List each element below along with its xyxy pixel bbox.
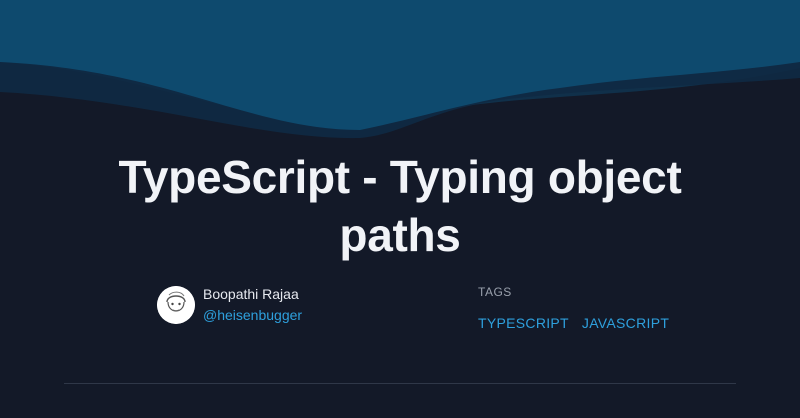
page-title: TypeScript - Typing object paths <box>118 151 682 261</box>
tags-label: TAGS <box>478 285 512 299</box>
tags-list: TYPESCRIPT JAVASCRIPT <box>478 314 682 332</box>
cartoon-face-avatar-icon <box>157 286 195 324</box>
wave-header-background <box>0 0 800 160</box>
tags-section: TAGS TYPESCRIPT JAVASCRIPT <box>478 284 682 332</box>
tag-link-typescript[interactable]: TYPESCRIPT <box>478 314 569 332</box>
author-block: Boopathi Rajaa @heisenbugger <box>157 285 302 325</box>
avatar[interactable] <box>157 286 195 324</box>
divider <box>64 383 736 384</box>
author-handle-link[interactable]: @heisenbugger <box>203 305 302 325</box>
tag-link-javascript[interactable]: JAVASCRIPT <box>582 314 669 332</box>
author-name: Boopathi Rajaa <box>203 286 299 302</box>
cover-card: TypeScript - Typing object paths Boopath… <box>0 0 800 418</box>
